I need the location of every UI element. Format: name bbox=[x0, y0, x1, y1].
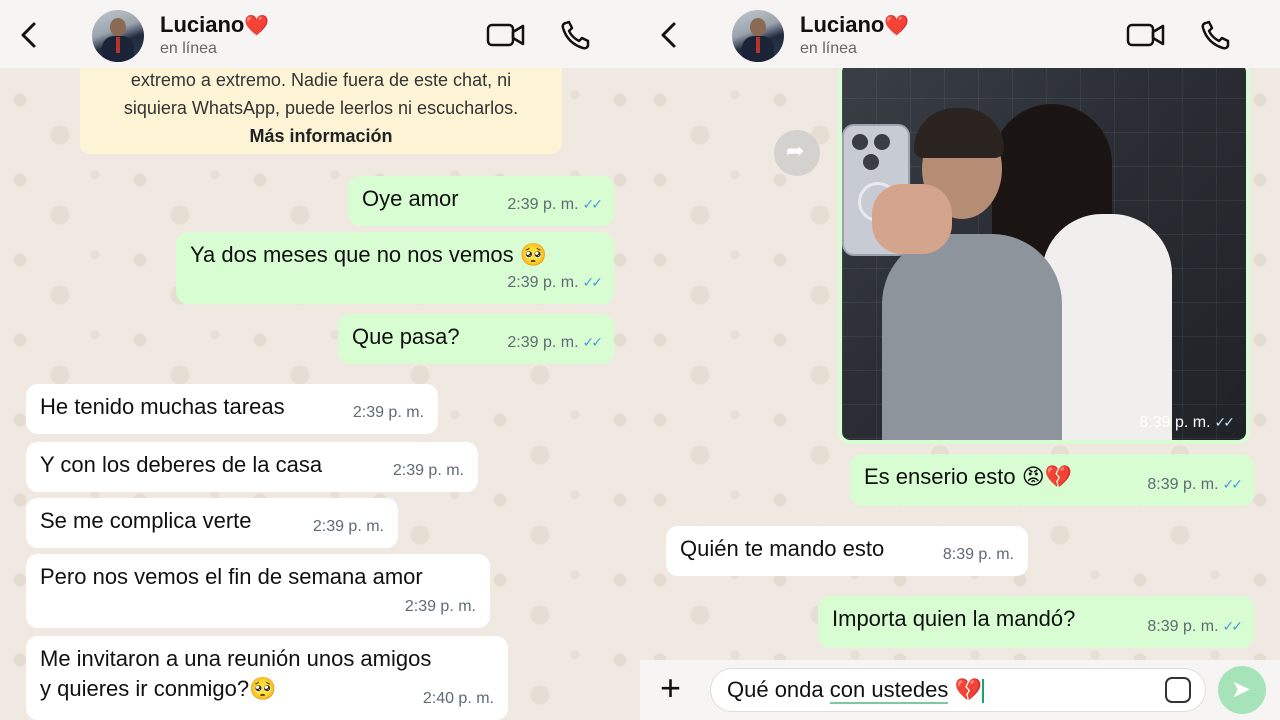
message-bubble-in[interactable]: Y con los deberes de la casa 2:39 p. m. bbox=[26, 442, 478, 492]
message-time: 2:39 p. m. bbox=[404, 598, 476, 615]
message-text: Ya dos meses que no nos vemos 🥺 bbox=[190, 242, 548, 267]
message-bubble-out[interactable]: Importa quien la mandó? 8:39 p. m. ✓✓ bbox=[818, 596, 1254, 648]
contact-status: en línea bbox=[800, 40, 857, 57]
message-meta: 8:39 p. m. ✓✓ bbox=[1147, 476, 1244, 493]
double-check-icon: ✓✓ bbox=[582, 274, 604, 290]
text-caret bbox=[981, 679, 984, 704]
sticker-icon[interactable] bbox=[1165, 677, 1191, 703]
message-text: Que pasa? bbox=[352, 324, 460, 349]
message-text: Quién te mando esto bbox=[680, 536, 885, 561]
heart-emoji: ❤️ bbox=[244, 15, 270, 37]
forward-icon[interactable] bbox=[774, 130, 820, 176]
message-meta: 8:39 p. m. ✓✓ bbox=[1139, 414, 1236, 431]
message-time: 2:39 p. m. bbox=[392, 462, 464, 479]
message-input[interactable]: Qué onda con ustedes 💔 bbox=[710, 668, 1206, 712]
message-bubble-in[interactable]: Se me complica verte 2:39 p. m. bbox=[26, 498, 398, 548]
composer-bar: + Qué onda con ustedes 💔 bbox=[640, 660, 1280, 720]
message-time: 2:40 p. m. bbox=[422, 690, 494, 707]
message-bubble-in[interactable]: He tenido muchas tareas 2:39 p. m. bbox=[26, 384, 438, 434]
avatar[interactable] bbox=[732, 10, 784, 62]
double-check-icon: ✓✓ bbox=[582, 196, 604, 212]
plus-icon[interactable]: + bbox=[660, 670, 681, 706]
phone-call-icon[interactable] bbox=[558, 18, 598, 52]
encryption-notice[interactable]: extremo a extremo. Nadie fuera de este c… bbox=[80, 58, 562, 154]
message-bubble-out[interactable]: Ya dos meses que no nos vemos 🥺 2:39 p. … bbox=[176, 232, 614, 304]
double-check-icon: ✓✓ bbox=[582, 334, 604, 350]
double-check-icon: ✓✓ bbox=[1214, 414, 1236, 430]
heart-emoji: ❤️ bbox=[884, 15, 910, 37]
more-info-link[interactable]: Más información bbox=[249, 126, 392, 146]
message-text: He tenido muchas tareas bbox=[40, 394, 285, 419]
phone-call-icon[interactable] bbox=[1198, 18, 1238, 52]
video-call-icon[interactable] bbox=[486, 18, 526, 52]
contact-name[interactable]: Luciano❤️ bbox=[160, 12, 269, 38]
message-meta: 8:39 p. m. ✓✓ bbox=[1147, 618, 1244, 635]
message-bubble-in[interactable]: Me invitaron a una reunión unos amigos y… bbox=[26, 636, 508, 720]
message-text: Se me complica verte bbox=[40, 508, 252, 533]
message-text: Pero nos vemos el fin de semana amor bbox=[40, 564, 423, 589]
message-text: Importa quien la mandó? bbox=[832, 606, 1076, 631]
message-bubble-out[interactable]: Oye amor 2:39 p. m. ✓✓ bbox=[348, 176, 614, 226]
photo-message[interactable]: 8:39 p. m. ✓✓ bbox=[838, 60, 1250, 444]
send-button[interactable] bbox=[1218, 666, 1266, 714]
message-time: 2:39 p. m. bbox=[312, 518, 384, 535]
message-bubble-in[interactable]: Pero nos vemos el fin de semana amor 2:3… bbox=[26, 554, 490, 628]
chat-pane-left: Luciano❤️ en línea extremo a extremo. Na… bbox=[0, 0, 640, 720]
message-meta: 2:39 p. m. ✓✓ bbox=[507, 196, 604, 213]
message-meta: 2:39 p. m. ✓✓ bbox=[507, 334, 604, 351]
message-text: Es enserio esto 😡💔 bbox=[864, 464, 1073, 489]
contact-status: en línea bbox=[160, 40, 217, 57]
video-call-icon[interactable] bbox=[1126, 18, 1166, 52]
photo-image[interactable]: 8:39 p. m. ✓✓ bbox=[842, 64, 1246, 440]
encryption-notice-line: extremo a extremo. Nadie fuera de este c… bbox=[130, 70, 512, 90]
double-check-icon: ✓✓ bbox=[1222, 476, 1244, 492]
message-time: 2:39 p. m. bbox=[352, 404, 424, 421]
double-check-icon: ✓✓ bbox=[1222, 618, 1244, 634]
message-bubble-out[interactable]: Es enserio esto 😡💔 8:39 p. m. ✓✓ bbox=[850, 454, 1254, 506]
chat-header: Luciano❤️ en línea bbox=[0, 0, 640, 68]
message-time: 8:39 p. m. bbox=[942, 546, 1014, 563]
message-text: Oye amor bbox=[362, 186, 459, 211]
message-meta: 2:39 p. m. ✓✓ bbox=[507, 274, 604, 291]
encryption-notice-line: siquiera WhatsApp, puede leerlos ni escu… bbox=[123, 98, 519, 118]
chat-header: Luciano❤️ en línea bbox=[640, 0, 1280, 68]
message-bubble-out[interactable]: Que pasa? 2:39 p. m. ✓✓ bbox=[338, 314, 614, 364]
message-text: Me invitaron a una reunión unos amigos bbox=[40, 646, 432, 671]
avatar[interactable] bbox=[92, 10, 144, 62]
contact-name[interactable]: Luciano❤️ bbox=[800, 12, 909, 38]
back-arrow-icon[interactable] bbox=[654, 20, 684, 50]
message-text: Y con los deberes de la casa bbox=[40, 452, 323, 477]
back-arrow-icon[interactable] bbox=[14, 20, 44, 50]
message-bubble-in[interactable]: Quién te mando esto 8:39 p. m. bbox=[666, 526, 1028, 576]
